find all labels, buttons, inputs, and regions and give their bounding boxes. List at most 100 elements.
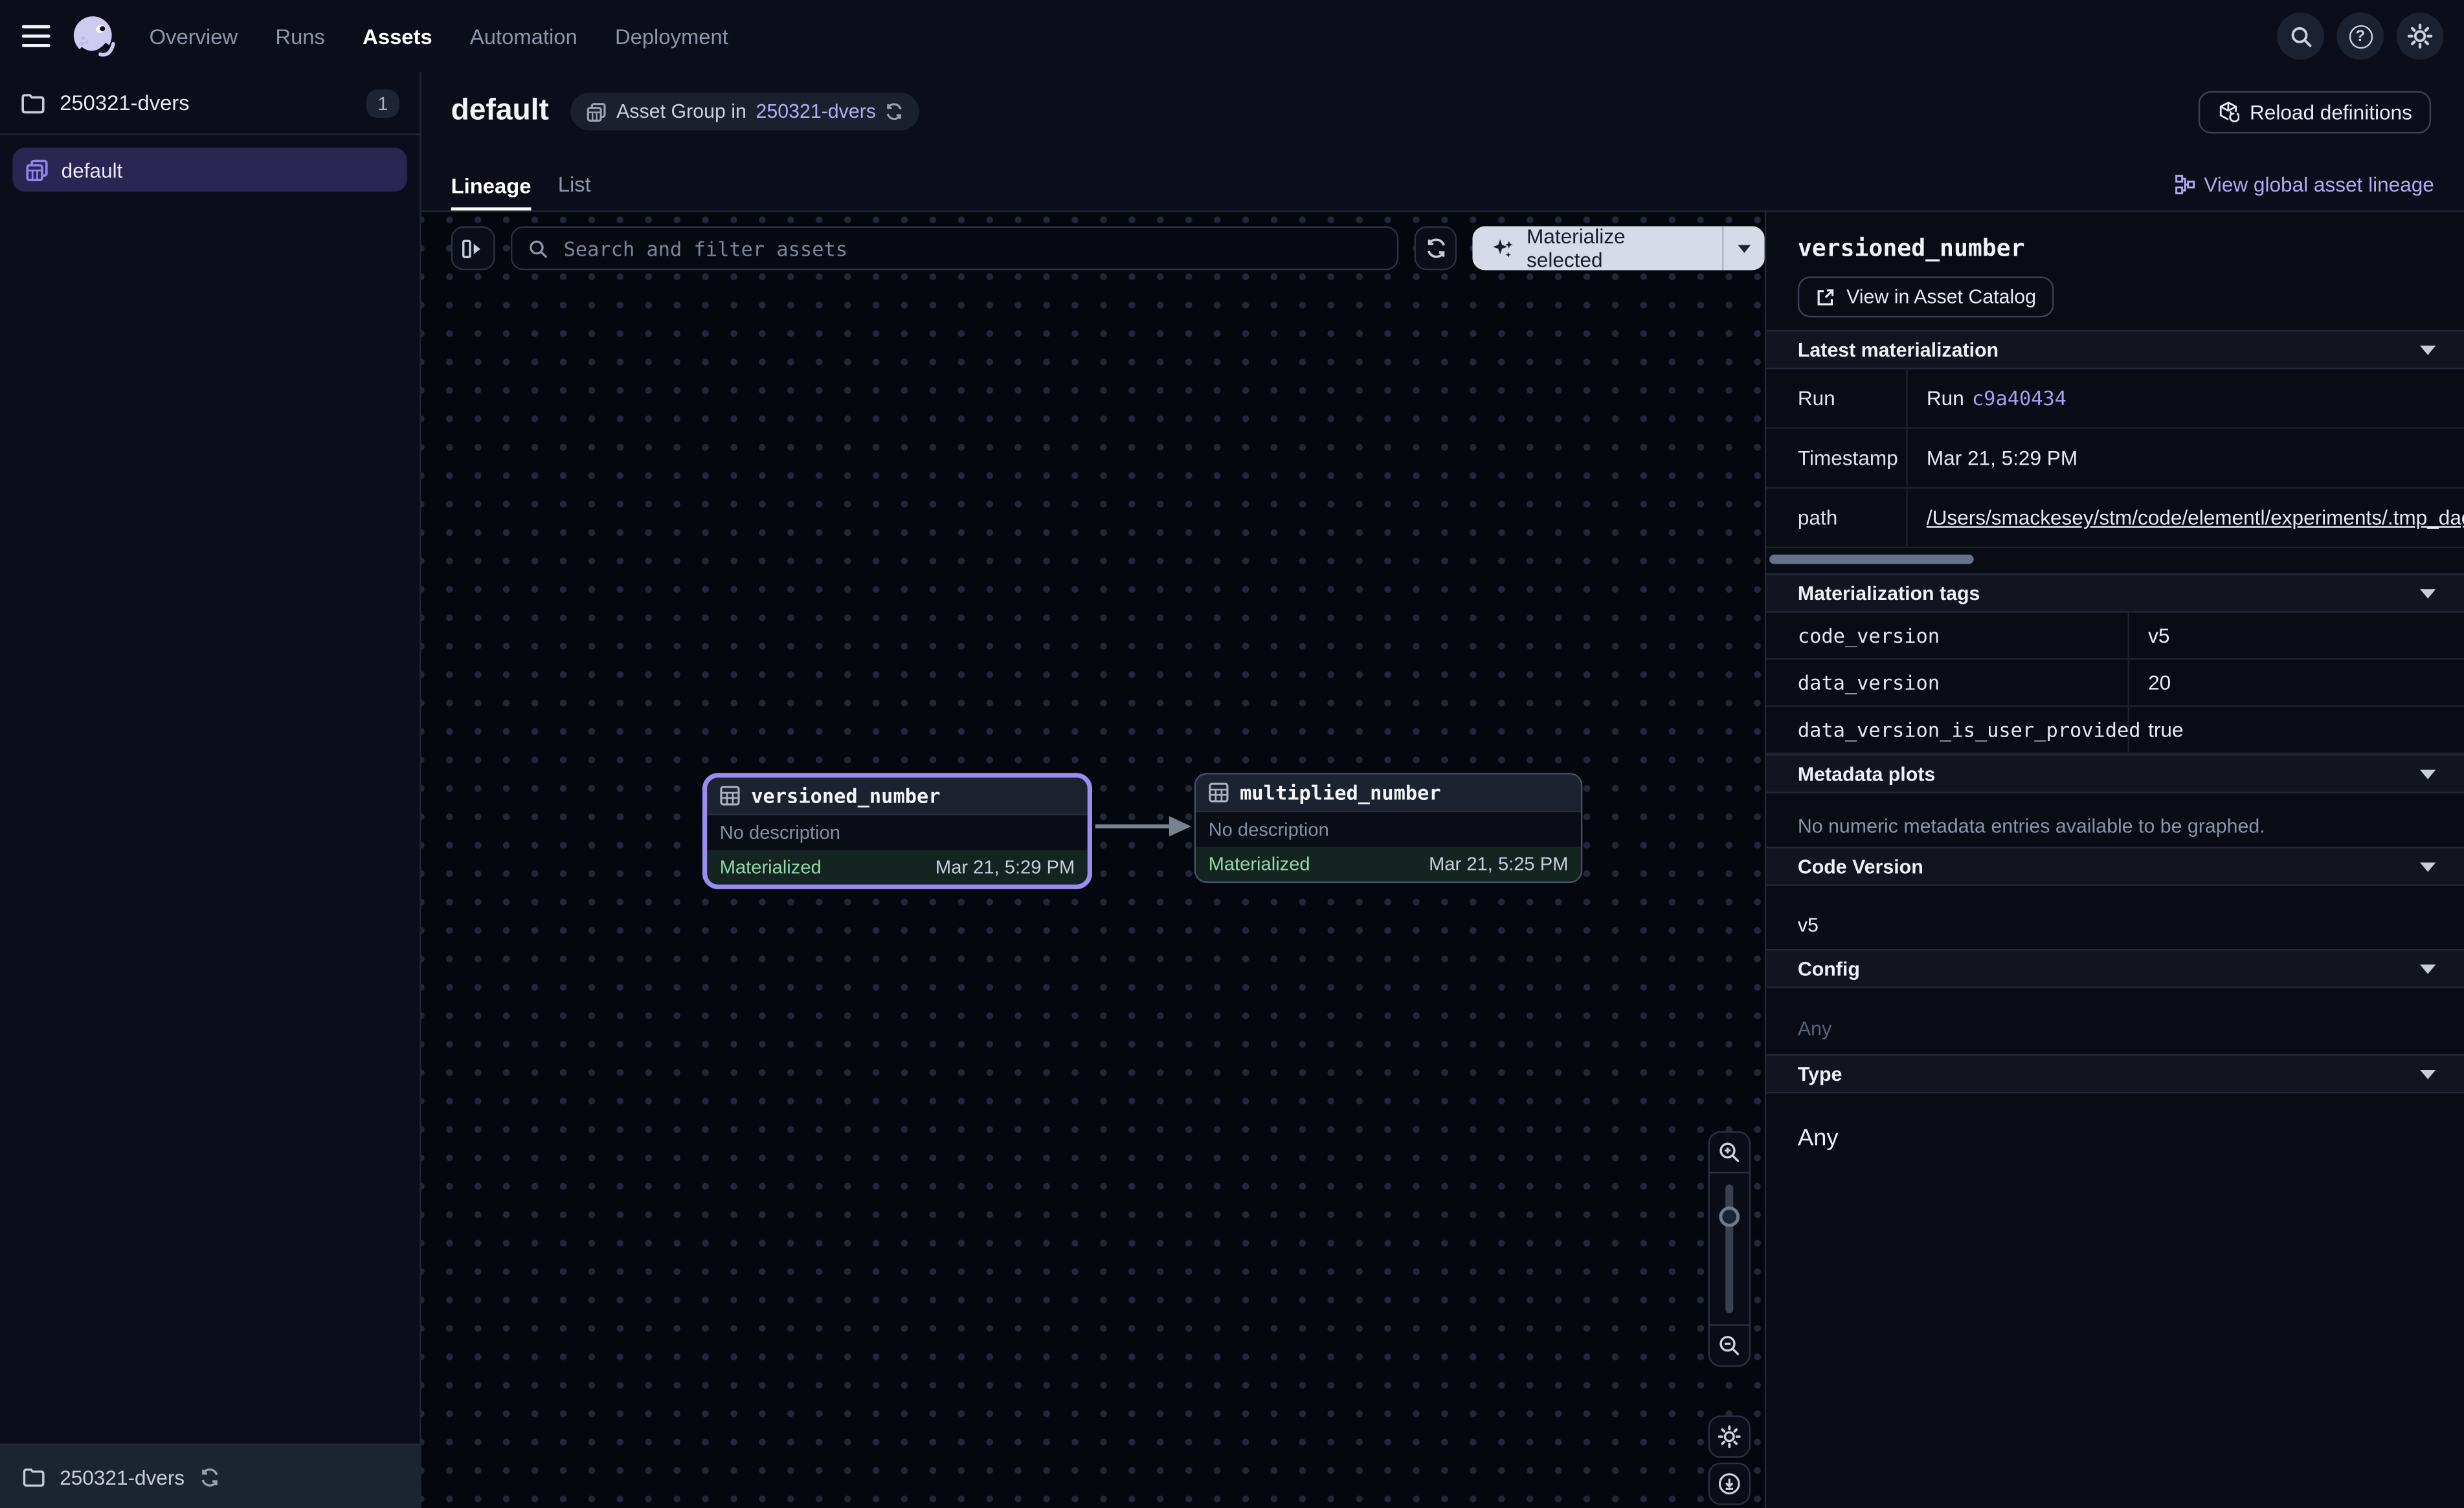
search-icon[interactable] bbox=[2277, 12, 2324, 60]
zoom-slider-handle[interactable] bbox=[1719, 1206, 1740, 1227]
asset-node-versioned-number[interactable]: versioned_number No description Material… bbox=[702, 773, 1092, 889]
section-title: Code Version bbox=[1798, 856, 1923, 878]
page-header: default Asset Group in 250321-dvers Relo… bbox=[421, 72, 2464, 212]
asset-node-multiplied-number[interactable]: multiplied_number No description Materia… bbox=[1194, 773, 1583, 883]
section-config[interactable]: Config bbox=[1766, 949, 2464, 988]
asset-node-name: multiplied_number bbox=[1240, 781, 1441, 804]
asset-node-description: No description bbox=[707, 815, 1087, 850]
panel-expand-icon bbox=[461, 236, 484, 260]
page-title: default bbox=[451, 94, 549, 129]
hamburger-menu-icon[interactable] bbox=[22, 25, 50, 47]
materialize-selected-label: Materialize selected bbox=[1527, 227, 1704, 271]
materialize-split-button: Materialize selected bbox=[1473, 227, 1764, 271]
materialized-timestamp: Mar 21, 5:25 PM bbox=[1429, 853, 1568, 875]
chevron-down-icon bbox=[2420, 964, 2436, 973]
asset-group-badge[interactable]: Asset Group in 250321-dvers bbox=[571, 93, 920, 130]
search-input[interactable] bbox=[561, 235, 1381, 261]
row-key: Timestamp bbox=[1766, 429, 1907, 487]
tab-lineage[interactable]: Lineage bbox=[451, 173, 532, 210]
section-metadata-plots[interactable]: Metadata plots bbox=[1766, 754, 2464, 793]
nav-item-assets[interactable]: Assets bbox=[363, 25, 432, 48]
dagster-logo-icon[interactable] bbox=[69, 12, 118, 60]
expand-sidebar-button[interactable] bbox=[451, 227, 495, 271]
nav-item-deployment[interactable]: Deployment bbox=[615, 25, 728, 48]
section-materialization-tags[interactable]: Materialization tags bbox=[1766, 573, 2464, 613]
nav-links: Overview Runs Assets Automation Deployme… bbox=[150, 25, 728, 48]
tag-value: 20 bbox=[2129, 660, 2464, 705]
viewport: Overview Runs Assets Automation Deployme… bbox=[0, 0, 2464, 1508]
download-image-button[interactable] bbox=[1708, 1463, 1751, 1505]
zoom-in-button[interactable] bbox=[1710, 1133, 1749, 1173]
zoom-out-button[interactable] bbox=[1710, 1324, 1749, 1365]
sidebar-item-label: default bbox=[62, 158, 123, 181]
type-value: Any bbox=[1766, 1093, 2464, 1160]
external-link-icon bbox=[1815, 287, 1836, 307]
lineage-canvas[interactable]: Materialize selected versioned_number No… bbox=[421, 212, 1765, 1508]
asset-group-icon bbox=[25, 158, 49, 181]
table-icon bbox=[720, 786, 741, 806]
horizontal-scrollbar[interactable] bbox=[1769, 555, 1974, 564]
chevron-down-icon bbox=[2420, 345, 2436, 355]
path-link[interactable]: /Users/smackesey/stm/code/elementl/exper… bbox=[1927, 506, 2464, 529]
settings-gear-icon[interactable] bbox=[2397, 12, 2444, 60]
section-code-version[interactable]: Code Version bbox=[1766, 847, 2464, 886]
section-type[interactable]: Type bbox=[1766, 1054, 2464, 1094]
chevron-down-icon bbox=[2420, 588, 2436, 598]
section-title: Materialization tags bbox=[1798, 582, 1980, 604]
repo-asset-count-badge: 1 bbox=[366, 89, 399, 117]
materialize-dropdown-button[interactable] bbox=[1723, 227, 1765, 271]
reload-cube-icon bbox=[2217, 100, 2239, 122]
materialized-timestamp: Mar 21, 5:29 PM bbox=[935, 856, 1075, 878]
lineage-graph-icon bbox=[2174, 174, 2195, 195]
refresh-graph-button[interactable] bbox=[1414, 227, 1457, 271]
repo-row[interactable]: 250321-dvers 1 bbox=[0, 72, 420, 135]
code-version-value: v5 bbox=[1766, 886, 2464, 949]
table-icon bbox=[1209, 782, 1229, 803]
asset-groups-sidebar: 250321-dvers 1 default 250321-dvers bbox=[0, 72, 421, 1508]
reload-definitions-button[interactable]: Reload definitions bbox=[2198, 91, 2431, 133]
sidebar-footer-repo[interactable]: 250321-dvers bbox=[0, 1444, 420, 1508]
tag-key: data_version_is_user_provided bbox=[1766, 707, 2129, 752]
sidebar-item-default-group[interactable]: default bbox=[12, 148, 407, 192]
tab-list[interactable]: List bbox=[558, 173, 591, 210]
table-row: data_version 20 bbox=[1766, 660, 2464, 707]
refresh-icon[interactable] bbox=[199, 1467, 219, 1487]
zoom-out-icon bbox=[1718, 1334, 1741, 1357]
tag-value: true bbox=[2129, 707, 2464, 752]
tag-value: v5 bbox=[2129, 613, 2464, 658]
materialize-selected-button[interactable]: Materialize selected bbox=[1473, 227, 1723, 271]
metadata-plots-empty-message: No numeric metadata entries available to… bbox=[1798, 815, 2265, 837]
asset-node-name: versioned_number bbox=[751, 784, 940, 807]
zoom-slider[interactable] bbox=[1710, 1173, 1749, 1324]
tabs-row: Lineage List View global asset lineage bbox=[451, 173, 2434, 210]
nav-item-automation[interactable]: Automation bbox=[470, 25, 577, 48]
run-prefix: Run bbox=[1927, 386, 1964, 410]
view-global-asset-lineage-link[interactable]: View global asset lineage bbox=[2174, 173, 2434, 210]
view-in-asset-catalog-button[interactable]: View in Asset Catalog bbox=[1798, 276, 2054, 317]
help-icon[interactable]: ? bbox=[2336, 12, 2384, 60]
badge-repo-link[interactable]: 250321-dvers bbox=[756, 100, 876, 122]
top-nav: Overview Runs Assets Automation Deployme… bbox=[0, 0, 2464, 72]
run-id-link[interactable]: c9a40434 bbox=[1972, 386, 2066, 410]
asset-group-icon bbox=[587, 102, 607, 122]
materialized-status: Materialized bbox=[720, 856, 822, 878]
refresh-icon[interactable] bbox=[886, 102, 904, 121]
nav-item-overview[interactable]: Overview bbox=[150, 25, 238, 48]
asset-details-panel: versioned_number View in Asset Catalog L… bbox=[1765, 212, 2464, 1508]
config-value: Any bbox=[1766, 988, 2464, 1054]
asset-detail-title: versioned_number bbox=[1798, 234, 2464, 263]
download-icon bbox=[1718, 1472, 1741, 1495]
asset-search-box bbox=[510, 227, 1398, 271]
sparkles-icon bbox=[1492, 236, 1516, 260]
row-key: path bbox=[1766, 489, 1907, 547]
materialized-status: Materialized bbox=[1209, 853, 1310, 875]
section-title: Latest materialization bbox=[1798, 338, 1999, 360]
nav-item-runs[interactable]: Runs bbox=[275, 25, 324, 48]
help-glyph: ? bbox=[2355, 27, 2365, 45]
chevron-down-icon bbox=[2420, 861, 2436, 871]
zoom-slider-track[interactable] bbox=[1725, 1184, 1733, 1313]
graph-settings-button[interactable] bbox=[1708, 1415, 1751, 1458]
folder-icon bbox=[22, 1467, 45, 1487]
section-latest-materialization[interactable]: Latest materialization bbox=[1766, 330, 2464, 370]
table-row: Run Run c9a40434 bbox=[1766, 369, 2464, 428]
